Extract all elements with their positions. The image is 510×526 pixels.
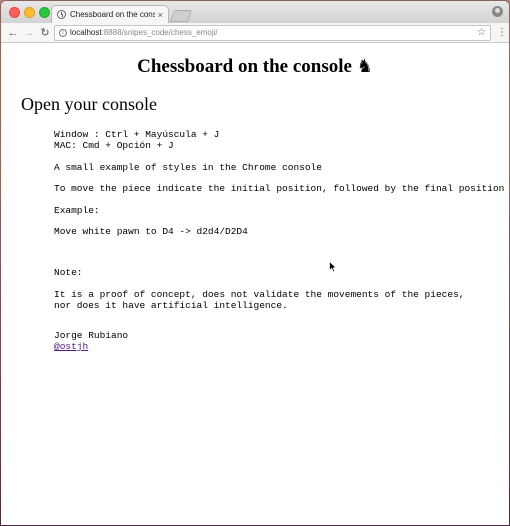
- note-label: Note:: [54, 267, 83, 278]
- browser-tab[interactable]: Chessboard on the console ♞ ×: [51, 5, 169, 23]
- shortcut-windows: Window : Ctrl + Mayúscula + J: [54, 129, 220, 140]
- note-line-2: nor does it have artificial intelligence…: [54, 300, 288, 311]
- note-line-1: It is a proof of concept, does not valid…: [54, 289, 465, 300]
- toolbar: ← → ↻ i localhost:8888/snipes_code/chess_…: [1, 23, 509, 43]
- forward-icon[interactable]: →: [22, 25, 36, 41]
- page-subtitle: Open your console: [21, 94, 157, 114]
- page-content: Chessboard on the console ♞ Open your co…: [1, 44, 509, 525]
- address-bar[interactable]: i localhost:8888/snipes_code/chess_emoji/…: [54, 25, 491, 41]
- back-icon[interactable]: ←: [6, 25, 20, 41]
- maximize-icon[interactable]: [39, 7, 50, 18]
- reload-icon[interactable]: ↻: [38, 25, 52, 41]
- example-move: Move white pawn to D4 -> d2d4/D2D4: [54, 226, 248, 237]
- cursor-icon: [329, 261, 337, 273]
- knight-icon: ♞: [356, 56, 373, 77]
- page-title-text: Chessboard on the console: [137, 56, 352, 77]
- favicon-icon: [57, 10, 66, 19]
- shortcut-mac: MAC: Cmd + Opción + J: [54, 140, 174, 151]
- profile-icon[interactable]: [492, 6, 503, 17]
- author-name: Jorge Rubiano: [54, 330, 129, 341]
- page-title: Chessboard on the console ♞: [1, 56, 509, 78]
- tab-close-icon[interactable]: ×: [158, 10, 163, 20]
- menu-icon[interactable]: ⋮: [497, 26, 507, 40]
- star-icon[interactable]: ☆: [477, 26, 486, 40]
- url-host: localhost: [70, 28, 102, 37]
- new-tab-button[interactable]: [169, 10, 193, 22]
- move-instructions: To move the piece indicate the initial p…: [54, 183, 505, 194]
- title-bar: Chessboard on the console ♞ ×: [1, 1, 509, 23]
- author-link[interactable]: @ostjh: [54, 341, 88, 352]
- info-icon[interactable]: i: [59, 29, 67, 37]
- example-label: Example:: [54, 205, 100, 216]
- browser-window: Chessboard on the console ♞ × ← → ↻ iloc…: [1, 1, 509, 525]
- minimize-icon[interactable]: [24, 7, 35, 18]
- url-path: :8888/snipes_code/chess_emoji/: [101, 28, 218, 37]
- styles-note: A small example of styles in the Chrome …: [54, 162, 322, 173]
- close-icon[interactable]: [9, 7, 20, 18]
- tab-title: Chessboard on the console ♞: [70, 10, 155, 19]
